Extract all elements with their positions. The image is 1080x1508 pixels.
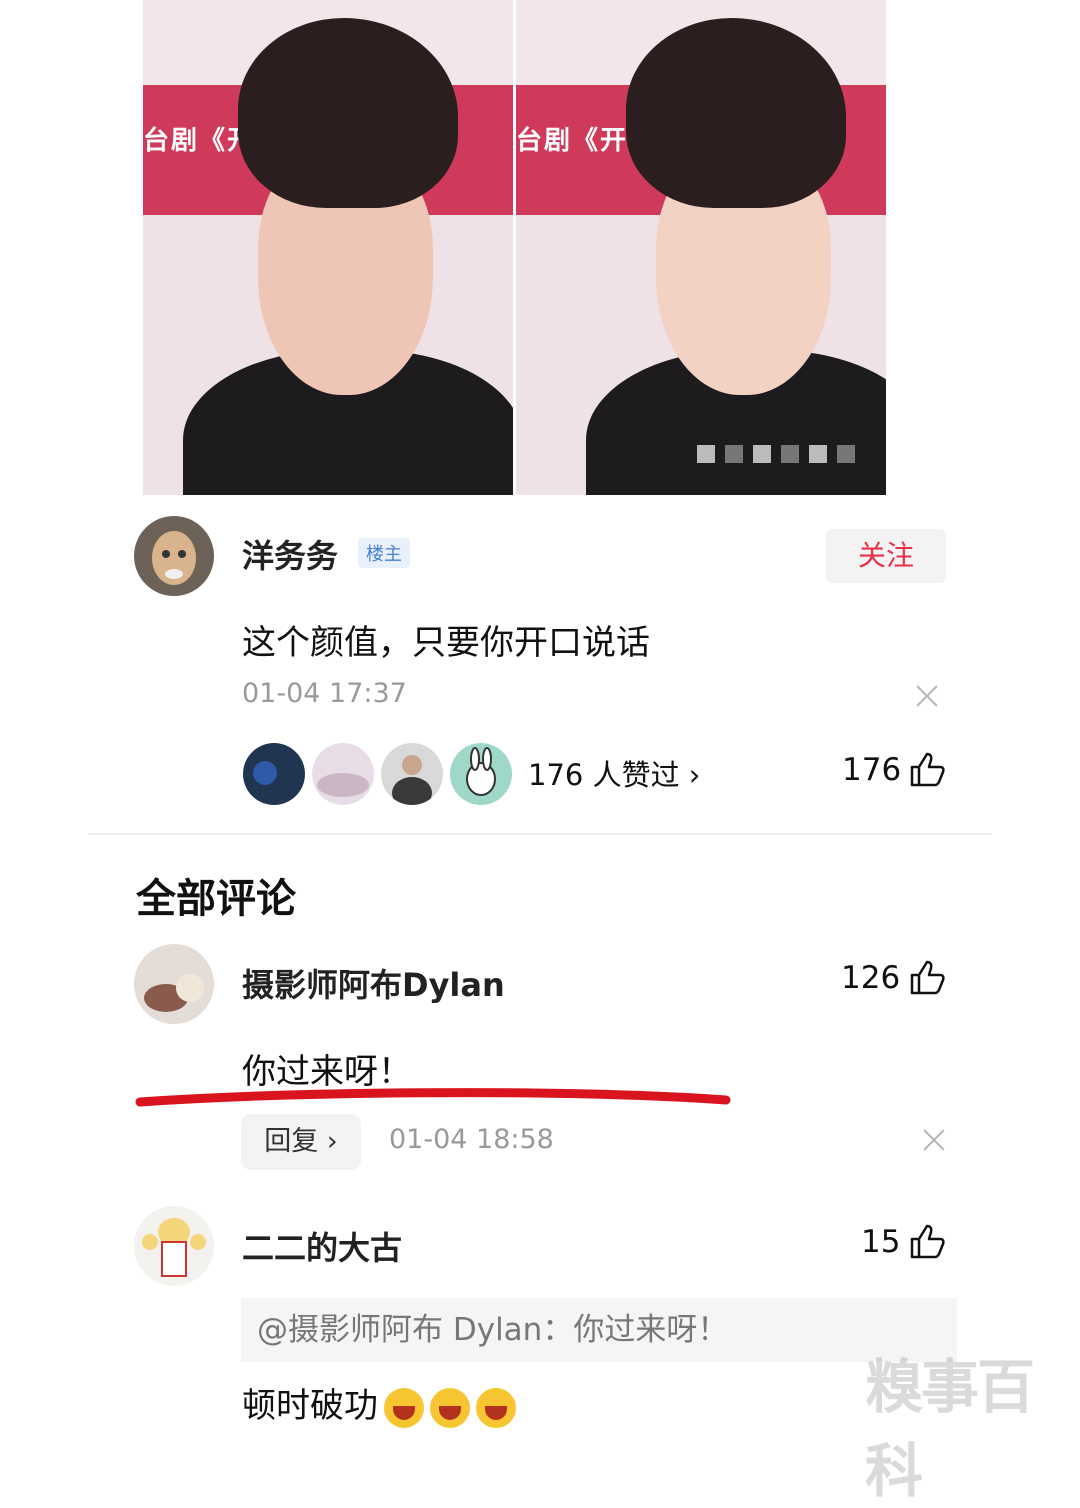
- post-time: 01-04 17:37: [242, 678, 407, 709]
- laughing-emoji-icon: [430, 1387, 470, 1428]
- op-badge: 楼主: [358, 538, 410, 568]
- liker-avatar[interactable]: [378, 740, 446, 808]
- op-avatar[interactable]: [134, 516, 214, 596]
- divider: [88, 833, 992, 835]
- photo-left[interactable]: 台剧《开: [143, 0, 513, 495]
- watermark: 糗事百科: [865, 1353, 1035, 1505]
- comment-time: 01-04 18:58: [389, 1124, 554, 1155]
- liker-avatar[interactable]: [447, 740, 515, 808]
- likers-link[interactable]: 176 人赞过 ›: [528, 752, 700, 794]
- commenter-name[interactable]: 摄影师阿布Dylan: [242, 960, 505, 1006]
- red-underline-annotation: [135, 1088, 731, 1107]
- reply-button[interactable]: 回复 ›: [241, 1114, 361, 1170]
- close-icon[interactable]: [920, 1126, 948, 1154]
- thumbs-up-icon[interactable]: [908, 750, 946, 788]
- laughing-emoji-icon: [476, 1387, 516, 1428]
- thumbs-up-icon[interactable]: [908, 958, 946, 996]
- comment-content: 顿时破功: [242, 1386, 378, 1426]
- banner-text: 台剧《开: [516, 126, 629, 156]
- commenter-name[interactable]: 二二的大古: [242, 1223, 402, 1269]
- post-like-count: 176: [842, 752, 902, 788]
- comments-title: 全部评论: [136, 876, 296, 922]
- post-content: 这个颜值，只要你开口说话: [242, 623, 650, 663]
- liker-avatar[interactable]: [240, 740, 308, 808]
- person-hair: [626, 18, 846, 208]
- quoted-reply[interactable]: @摄影师阿布 Dylan：你过来呀！: [241, 1298, 957, 1362]
- laughing-emoji-icon: [384, 1387, 424, 1428]
- mosaic-censor: [697, 445, 867, 475]
- thumbs-up-icon[interactable]: [908, 1222, 946, 1260]
- follow-button[interactable]: 关注: [826, 529, 946, 583]
- comment-like-count: 15: [861, 1224, 901, 1260]
- op-name[interactable]: 洋务务: [242, 531, 338, 577]
- person-hair: [238, 18, 458, 208]
- photo-right[interactable]: 台剧《开: [516, 0, 886, 495]
- commenter-avatar[interactable]: [134, 944, 214, 1024]
- liker-avatar[interactable]: [309, 740, 377, 808]
- comment-content-row: 顿时破功: [242, 1378, 516, 1428]
- comment-like-count: 126: [841, 960, 901, 996]
- commenter-avatar[interactable]: [134, 1206, 214, 1286]
- close-icon[interactable]: [913, 682, 941, 710]
